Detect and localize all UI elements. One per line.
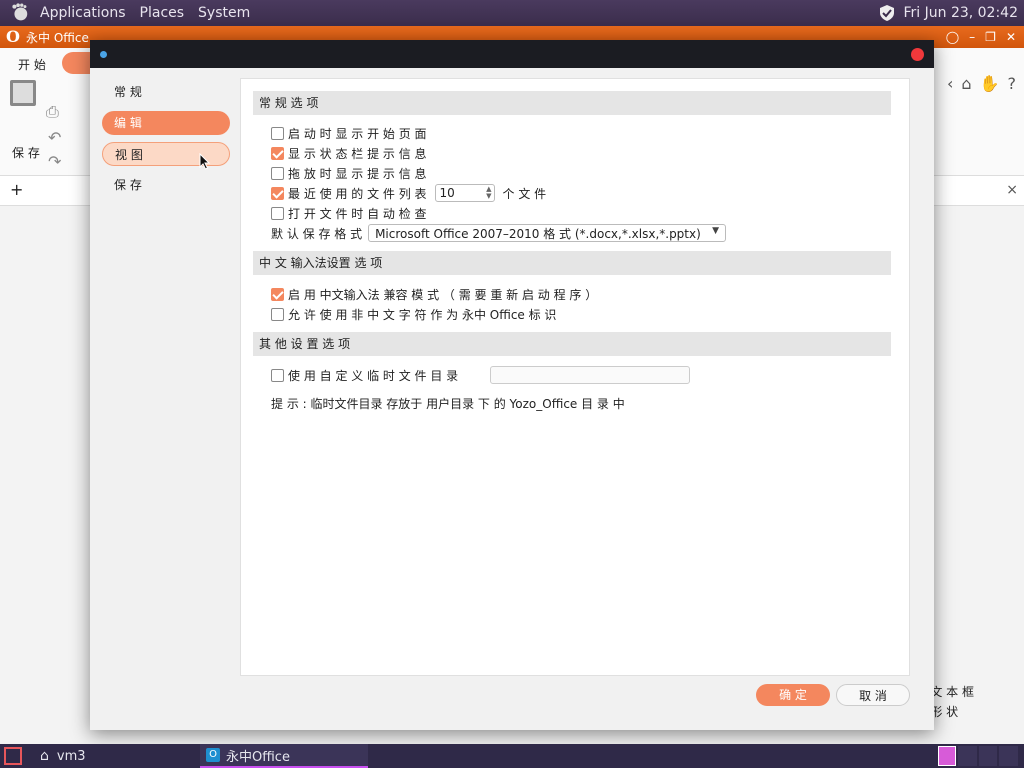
right-tools: ‹ ⌂ ✋ ?	[947, 74, 1016, 93]
recent-files-spinbox[interactable]: 10 ▲ ▼	[434, 184, 495, 202]
hand-icon[interactable]: ✋	[980, 74, 1000, 93]
mouse-cursor-icon	[199, 153, 211, 170]
home-icon[interactable]: ⌂	[961, 74, 971, 93]
option-label: 启 用 中文输入法 兼容 模 式 （ 需 要 重 新 启 动 程 序 ）	[288, 287, 598, 302]
checkbox[interactable]	[271, 368, 284, 382]
options-panel: 常 规 选 项 启 动 时 显 示 开 始 页 面 显 示 状 态 栏 提 示 …	[240, 78, 910, 676]
option-label: 启 动 时 显 示 开 始 页 面	[288, 126, 427, 141]
taskbar-task-office[interactable]: O 永中Office	[200, 744, 368, 768]
side-item[interactable]: 文 本 框	[930, 682, 974, 702]
restore-icon[interactable]: ❐	[985, 30, 996, 44]
option-row[interactable]: 使 用 自 定 义 临 时 文 件 目 录	[271, 365, 691, 385]
close-pane-icon[interactable]: ×	[1006, 182, 1018, 198]
dialog-dot-icon	[100, 51, 107, 58]
save-label: 保 存	[12, 146, 40, 160]
shield-icon[interactable]	[879, 4, 895, 22]
nav-item-edit[interactable]: 编 辑	[102, 111, 230, 135]
option-label: 使 用 自 定 义 临 时 文 件 目 录	[288, 368, 459, 383]
spin-value: 10	[439, 186, 455, 200]
option-label: 显 示 状 态 栏 提 示 信 息	[288, 146, 427, 161]
home-icon[interactable]: ⌂	[40, 748, 49, 764]
save-icon[interactable]	[10, 80, 36, 106]
note-text: 提 示 : 临时文件目录 存放于 用户目录 下 的 Yozo_Office 目 …	[271, 397, 625, 411]
checkbox[interactable]	[271, 307, 284, 321]
app-logo-icon: O	[6, 27, 20, 46]
format-label: 默 认 保 存 格 式	[271, 226, 363, 241]
temp-dir-input[interactable]	[490, 366, 691, 384]
add-document-button[interactable]: +	[10, 180, 23, 199]
option-label: 打 开 文 件 时 自 动 检 查	[288, 206, 427, 221]
checkbox-checked[interactable]	[271, 287, 284, 301]
format-select[interactable]: Microsoft Office 2007–2010 格 式 (*.docx,*…	[368, 224, 727, 242]
clock[interactable]: Fri Jun 23, 02:42	[903, 5, 1018, 21]
ribbon-tab[interactable]: 开 始	[18, 56, 46, 73]
checkbox-checked[interactable]	[271, 186, 284, 200]
checkbox[interactable]	[271, 206, 284, 220]
option-row[interactable]: 启 动 时 显 示 开 始 页 面	[271, 123, 427, 143]
format-value: Microsoft Office 2007–2010 格 式 (*.docx,*…	[375, 226, 701, 241]
checkbox[interactable]	[271, 166, 284, 180]
top-panel: Applications Places System Fri Jun 23, 0…	[0, 0, 1024, 26]
option-row[interactable]: 允 许 使 用 非 中 文 字 符 作 为 永中 Office 标 识	[271, 304, 556, 324]
workspace-switcher-active[interactable]	[938, 746, 956, 766]
spin-arrows-icon[interactable]: ▲ ▼	[486, 186, 491, 200]
option-label: 允 许 使 用 非 中 文 字 符 作 为 永中 Office 标 识	[288, 307, 557, 322]
option-row[interactable]: 显 示 状 态 栏 提 示 信 息	[271, 143, 427, 163]
task-label: 永中Office	[226, 749, 290, 765]
nav-item-save[interactable]: 保 存	[102, 173, 230, 197]
side-item[interactable]: 形 状	[930, 702, 974, 722]
taskbar: ⌂ vm3 O 永中Office	[0, 744, 1024, 768]
workspace-label[interactable]: vm3	[57, 749, 86, 764]
show-desktop-button[interactable]	[4, 747, 22, 765]
close-icon[interactable]: ✕	[1006, 30, 1016, 44]
ribbon-tab-active[interactable]	[62, 52, 92, 74]
option-label: 最 近 使 用 的 文 件 列 表	[288, 186, 427, 201]
spin-unit: 个 文 件	[502, 186, 547, 201]
option-row[interactable]: 最 近 使 用 的 文 件 列 表 10 ▲ ▼ 个 文 件	[271, 183, 546, 203]
options-nav: 常 规 编 辑 视 图 保 存	[102, 80, 232, 204]
option-row[interactable]: 打 开 文 件 时 自 动 检 查	[271, 203, 427, 223]
office-app-icon: O	[206, 748, 220, 762]
dialog-close-button[interactable]	[911, 48, 924, 61]
format-row: 默 认 保 存 格 式 Microsoft Office 2007–2010 格…	[271, 223, 727, 243]
checkbox[interactable]	[271, 126, 284, 140]
dialog-titlebar	[90, 40, 934, 68]
gnome-foot-icon[interactable]	[8, 2, 30, 24]
option-row[interactable]: 拖 放 时 显 示 提 示 信 息	[271, 163, 427, 183]
section-general-header: 常 规 选 项	[253, 91, 891, 115]
minimize-icon[interactable]: –	[969, 30, 975, 44]
nav-item-general[interactable]: 常 规	[102, 80, 230, 104]
side-list: 文 本 框 形 状	[930, 682, 974, 722]
ok-button[interactable]: 确 定	[756, 684, 830, 706]
places-menu[interactable]: Places	[140, 5, 185, 21]
section-other-header: 其 他 设 置 选 项	[253, 332, 891, 356]
workspace-switcher[interactable]	[958, 746, 1019, 766]
system-menu[interactable]: System	[198, 5, 250, 21]
app-title: 永中 Office	[26, 30, 89, 45]
user-icon[interactable]: ◯	[946, 30, 959, 44]
applications-menu[interactable]: Applications	[40, 5, 126, 21]
option-label: 拖 放 时 显 示 提 示 信 息	[288, 166, 427, 181]
option-row[interactable]: 启 用 中文输入法 兼容 模 式 （ 需 要 重 新 启 动 程 序 ）	[271, 284, 597, 304]
options-dialog: 常 规 编 辑 视 图 保 存 常 规 选 项 启 动 时 显 示 开 始 页 …	[90, 40, 934, 730]
print-icon[interactable]: ⎙	[46, 102, 59, 122]
help-icon[interactable]: ?	[1008, 74, 1017, 93]
back-icon[interactable]: ‹	[947, 74, 953, 93]
checkbox-checked[interactable]	[271, 146, 284, 160]
undo-icon[interactable]: ↶	[48, 128, 61, 147]
chevron-down-icon[interactable]: ▼	[712, 226, 719, 236]
cancel-button[interactable]: 取 消	[836, 684, 910, 706]
section-lang-header: 中 文 输入法设置 选 项	[253, 251, 891, 275]
redo-icon[interactable]: ↷	[48, 152, 61, 171]
